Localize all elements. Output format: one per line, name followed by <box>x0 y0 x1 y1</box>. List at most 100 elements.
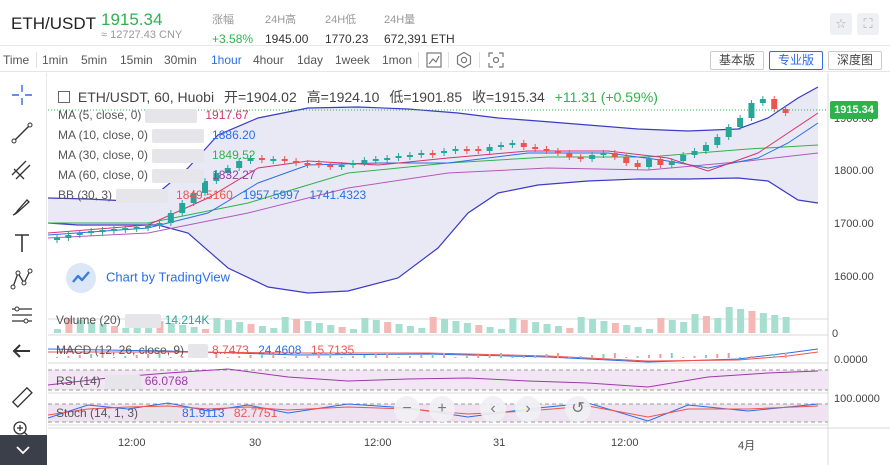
legend-ma5[interactable]: MA (5, close, 0) 1917.67 <box>58 107 249 123</box>
legend-ma60[interactable]: MA (60, close, 0) 1832.27 <box>58 167 255 183</box>
interval-toolbar: Time 1min 5min 15min 30min 1hour 4hour 1… <box>0 48 890 72</box>
macd-histogram-bar <box>465 356 468 358</box>
trend-line-icon[interactable] <box>8 119 36 147</box>
volume-bar <box>429 317 437 333</box>
interval-4hour[interactable]: 4hour <box>253 53 284 67</box>
reset-chart-button[interactable]: ↺ <box>565 396 591 422</box>
prediction-tool-icon[interactable] <box>8 301 36 329</box>
volume-bar <box>224 320 232 333</box>
indicator-settings-icon[interactable] <box>152 168 205 183</box>
volume-bar <box>202 329 209 333</box>
fib-tool-icon[interactable] <box>8 157 36 185</box>
indicator-settings-icon[interactable] <box>116 188 169 203</box>
volume-bar <box>691 314 699 333</box>
indicator-settings-icon[interactable] <box>142 406 179 421</box>
tradingview-text: Chart by TradingView <box>106 269 231 285</box>
volume-bar <box>258 326 266 333</box>
volume-bar <box>668 320 676 333</box>
price-cny: ≈ 12727.43 CNY <box>101 29 183 41</box>
brush-icon[interactable] <box>8 193 36 221</box>
fullscreen-icon[interactable]: ⛶ <box>857 13 879 35</box>
interval-30min[interactable]: 30min <box>164 53 197 67</box>
macd-legend[interactable]: MACD (12, 26, close, 9) 8.7473 24.4608 15… <box>56 343 354 358</box>
volume-bar <box>247 324 255 333</box>
back-arrow-icon[interactable] <box>8 337 36 365</box>
legend-ma10[interactable]: MA (10, close, 0) 1886.20 <box>58 127 255 143</box>
pair-name[interactable]: ETH/USDT <box>11 14 96 34</box>
candle-body <box>88 231 95 233</box>
stoch-d-value: 82.7751 <box>233 406 278 420</box>
interval-5min[interactable]: 5min <box>81 53 107 67</box>
candle-body <box>702 145 709 151</box>
indicator-settings-icon[interactable] <box>188 343 209 358</box>
ruler-icon[interactable] <box>8 383 36 411</box>
candle-body <box>293 161 300 163</box>
volume-bar <box>486 327 494 333</box>
candle-body <box>646 159 652 167</box>
interval-1mon[interactable]: 1mon <box>382 53 412 67</box>
macd-histogram-bar <box>488 354 491 358</box>
pattern-tool-icon[interactable] <box>8 265 36 293</box>
macd-hist-value: 8.7473 <box>212 343 249 357</box>
indicator-settings-icon[interactable] <box>145 108 198 123</box>
bb-upper-value: 1957.5997 <box>242 188 300 202</box>
chevron-down-icon <box>16 446 30 455</box>
scroll-left-button[interactable]: ‹ <box>480 396 506 422</box>
stoch-legend[interactable]: Stoch (14, 1, 3) 81.9113 82.7751 <box>56 406 277 421</box>
chart-header: ETH/USDT, 60, Huobi 开=1904.02 高=1924.10 … <box>58 87 664 107</box>
stat-label: 24H量 <box>384 14 416 26</box>
favorite-star-icon[interactable]: ☆ <box>830 13 852 35</box>
volume-bar <box>566 328 574 333</box>
interval-1hour[interactable]: 1hour <box>211 53 242 67</box>
macd-histogram-bar <box>625 357 628 358</box>
candle-body <box>133 227 140 229</box>
legend-bb[interactable]: BB (30, 3) 1849.5160 1957.5997 1741.4323 <box>58 187 366 203</box>
crosshair-icon[interactable] <box>8 81 36 109</box>
macd-histogram-bar <box>522 356 525 358</box>
candle-body <box>771 99 778 109</box>
collapse-toolbar-button[interactable] <box>0 435 47 465</box>
view-depth-button[interactable]: 深度图 <box>828 51 883 70</box>
candle-body <box>156 223 163 226</box>
chart-area[interactable]: ETH/USDT, 60, Huobi 开=1904.02 高=1924.10 … <box>48 73 890 465</box>
interval-time[interactable]: Time <box>3 53 29 67</box>
volume-bar <box>418 328 426 333</box>
price-tick: 1800.00 <box>834 165 874 177</box>
macd-histogram-bar <box>716 354 719 358</box>
collapse-legend-icon[interactable] <box>58 91 70 103</box>
candle-body <box>509 143 516 145</box>
interval-1day[interactable]: 1day <box>297 53 323 67</box>
candle-body <box>315 163 322 165</box>
chart-symbol: ETH/USDT, 60, Huobi <box>77 89 215 105</box>
indicator-settings-icon[interactable] <box>104 374 141 389</box>
macd-axis-tick: 0.0000 <box>834 354 868 366</box>
indicator-settings-icon[interactable] <box>152 128 205 143</box>
volume-value: 14.214K <box>164 313 210 327</box>
macd-histogram-bar <box>750 356 753 358</box>
view-pro-button[interactable]: 专业版 <box>769 51 824 70</box>
interval-15min[interactable]: 15min <box>120 53 153 67</box>
zoom-in-button[interactable]: + <box>429 396 455 422</box>
volume-bar <box>190 327 198 333</box>
interval-1week[interactable]: 1week <box>335 53 370 67</box>
rsi-legend[interactable]: RSI (14) 66.0768 <box>56 374 188 389</box>
candle-body <box>429 153 436 155</box>
tradingview-badge[interactable]: Chart by TradingView <box>66 263 230 293</box>
divider <box>36 52 37 68</box>
stat-label: 涨幅 <box>212 14 234 26</box>
indicator-settings-icon[interactable] <box>152 148 205 163</box>
zoom-out-button[interactable]: − <box>394 396 420 422</box>
stat-label: 24H高 <box>265 14 297 26</box>
settings-gear-icon[interactable] <box>455 51 473 69</box>
indicator-settings-icon[interactable] <box>124 313 161 328</box>
interval-1min[interactable]: 1min <box>42 53 68 67</box>
view-basic-button[interactable]: 基本版 <box>710 51 765 70</box>
stoch-axis-tick: 100.0000 <box>834 393 880 405</box>
scroll-right-button[interactable]: › <box>515 396 541 422</box>
legend-ma30[interactable]: MA (30, close, 0) 1849.52 <box>58 147 255 163</box>
indicator-chart-icon[interactable] <box>425 51 443 69</box>
screenshot-icon[interactable] <box>487 51 505 69</box>
stat-value: +3.58% <box>212 32 254 46</box>
text-tool-icon[interactable] <box>8 229 36 257</box>
volume-legend[interactable]: Volume (20) 14.214K <box>56 313 209 328</box>
